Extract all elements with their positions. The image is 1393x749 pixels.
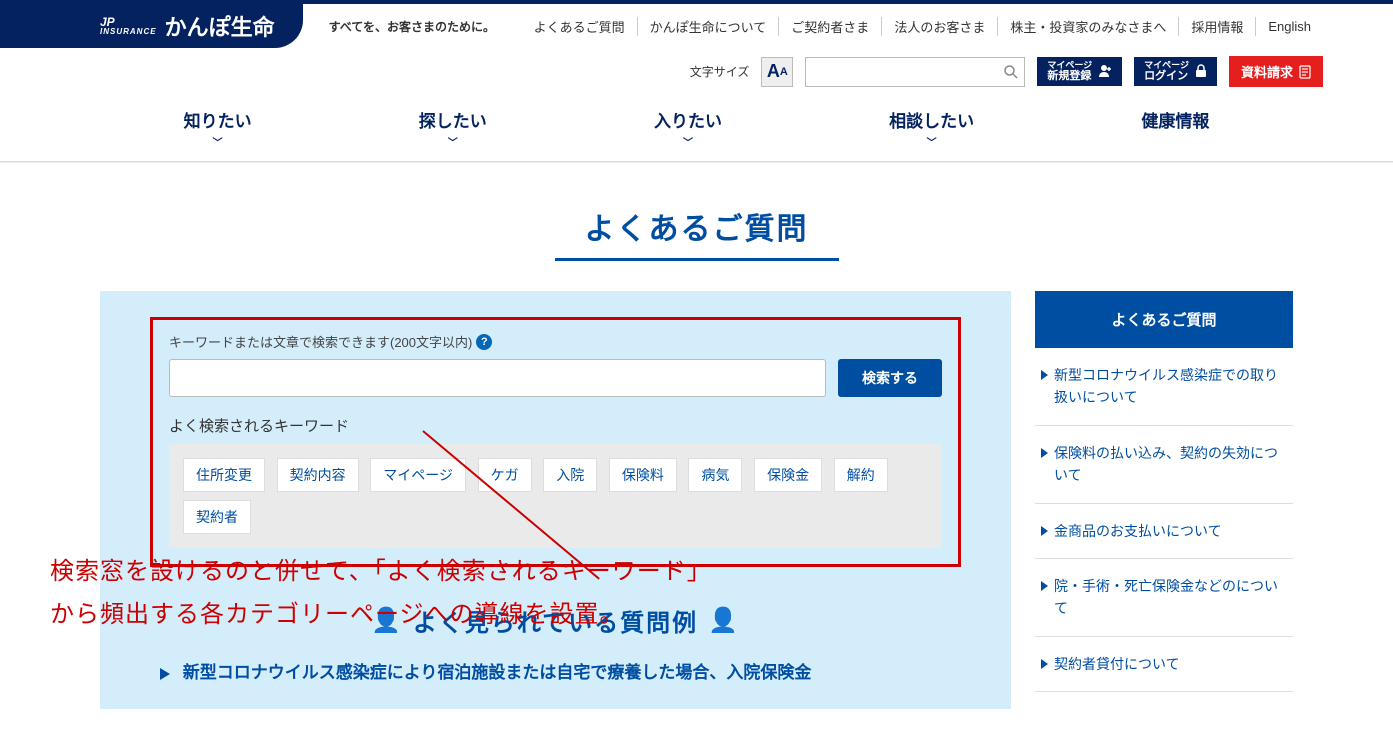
- keywords-box: 住所変更 契約内容 マイページ ケガ 入院 保険料 病気 保険金 解約 契約者: [169, 444, 942, 548]
- logo-insurance: INSURANCE: [100, 28, 157, 35]
- sidebar-item[interactable]: 院・手術・死亡保険金などのについて: [1035, 559, 1293, 637]
- toplink-recruit[interactable]: 採用情報: [1179, 17, 1256, 36]
- top-links: よくあるご質問 かんぽ生命について ご契約者さま 法人のお客さま 株主・投資家の…: [522, 4, 1393, 48]
- nav-know[interactable]: 知りたい﹀: [184, 107, 252, 149]
- mypage-label2: マイページ: [1144, 60, 1189, 71]
- keyword-tag[interactable]: 解約: [834, 458, 888, 492]
- chevron-down-icon: ﹀: [654, 134, 722, 149]
- nav-search[interactable]: 探したい﹀: [419, 107, 487, 149]
- faq-search-button[interactable]: 検索する: [838, 359, 942, 397]
- sidebar-head: よくあるご質問: [1035, 291, 1293, 348]
- toplink-ir[interactable]: 株主・投資家のみなさまへ: [998, 17, 1179, 36]
- lock-icon: [1195, 64, 1207, 78]
- search-label: キーワードまたは文章で検索できます(200文字以内) ?: [169, 332, 942, 351]
- document-icon: [1299, 65, 1311, 79]
- keyword-tag[interactable]: 住所変更: [183, 458, 265, 492]
- content: キーワードまたは文章で検索できます(200文字以内) ? 検索する よく検索され…: [0, 291, 1393, 749]
- site-search-input[interactable]: [806, 64, 998, 79]
- keywords-title: よく検索されるキーワード: [169, 415, 942, 436]
- sidebar-item[interactable]: 新型コロナウイルス感染症での取り扱いについて: [1035, 348, 1293, 426]
- main-column: キーワードまたは文章で検索できます(200文字以内) ? 検索する よく検索され…: [100, 291, 1011, 709]
- triangle-icon: [1041, 659, 1048, 669]
- toplink-customer[interactable]: ご契約者さま: [779, 17, 882, 36]
- sidebar-item[interactable]: 契約者貸付について: [1035, 637, 1293, 692]
- search-icon[interactable]: [998, 64, 1024, 80]
- sidebar-item[interactable]: 金商品のお支払いについて: [1035, 504, 1293, 559]
- tagline: すべてを、お客さまのために。: [303, 4, 521, 48]
- toplink-english[interactable]: English: [1256, 19, 1323, 34]
- sidebar-item[interactable]: 保険料の払い込み、契約の失効について: [1035, 426, 1293, 504]
- main-nav: 知りたい﹀ 探したい﹀ 入りたい﹀ 相談したい﹀ 健康情報: [0, 97, 1393, 162]
- keyword-tag[interactable]: 保険料: [609, 458, 677, 492]
- search-panel-highlight: キーワードまたは文章で検索できます(200文字以内) ? 検索する よく検索され…: [150, 317, 961, 567]
- annotation-text: 検索窓を設けるのと併せて、「よく検索されるキーワード」 から頻出する各カテゴリー…: [50, 550, 1010, 636]
- mypage-signup-button[interactable]: マイページ 新規登録: [1037, 57, 1122, 87]
- nav-health[interactable]: 健康情報: [1141, 107, 1209, 149]
- triangle-icon: [1041, 526, 1048, 536]
- font-size-button[interactable]: AA: [761, 57, 793, 87]
- keyword-tag[interactable]: 契約内容: [277, 458, 359, 492]
- font-size-label: 文字サイズ: [690, 63, 750, 80]
- faq-search-input[interactable]: [169, 359, 826, 397]
- nav-join[interactable]: 入りたい﹀: [654, 107, 722, 149]
- logo[interactable]: JP INSURANCE かんぽ生命: [0, 4, 303, 48]
- example-item[interactable]: 新型コロナウイルス感染症により宿泊施設または自宅で療養した場合、入院保険金: [150, 658, 961, 683]
- keyword-tag[interactable]: 入院: [543, 458, 597, 492]
- bullet-icon: [160, 668, 170, 680]
- keyword-tag[interactable]: 病気: [688, 458, 742, 492]
- toplink-corporate[interactable]: 法人のお客さま: [882, 17, 998, 36]
- chevron-down-icon: ﹀: [419, 134, 487, 149]
- help-icon[interactable]: ?: [476, 334, 492, 350]
- keyword-tag[interactable]: マイページ: [370, 458, 466, 492]
- chevron-down-icon: ﹀: [184, 134, 252, 149]
- request-button[interactable]: 資料請求: [1229, 56, 1323, 87]
- page-title-wrap: よくあるご質問: [0, 204, 1393, 261]
- triangle-icon: [1041, 581, 1048, 591]
- search-row: 検索する: [169, 359, 942, 397]
- toplink-about[interactable]: かんぽ生命について: [638, 17, 780, 36]
- mypage-signup-label: 新規登録: [1047, 70, 1091, 82]
- utility-row: 文字サイズ AA マイページ 新規登録 マイページ ログイン 資料請求: [0, 48, 1393, 97]
- triangle-icon: [1041, 370, 1048, 380]
- keyword-tag[interactable]: ケガ: [478, 458, 532, 492]
- nav-consult[interactable]: 相談したい﹀: [889, 107, 974, 149]
- request-label: 資料請求: [1241, 62, 1293, 81]
- keyword-tag[interactable]: 保険金: [754, 458, 822, 492]
- page-title: よくあるご質問: [555, 204, 839, 261]
- mypage-login-label: ログイン: [1144, 70, 1188, 82]
- keyword-tag[interactable]: 契約者: [183, 500, 251, 534]
- header-topbar: JP INSURANCE かんぽ生命 すべてを、お客さまのために。 よくあるご質…: [0, 0, 1393, 48]
- site-search: [805, 57, 1025, 87]
- toplink-faq[interactable]: よくあるご質問: [522, 17, 638, 36]
- mypage-login-button[interactable]: マイページ ログイン: [1134, 57, 1217, 87]
- mypage-label: マイページ: [1047, 60, 1092, 71]
- logo-brand: かんぽ生命: [165, 10, 275, 42]
- logo-mark: JP INSURANCE: [100, 17, 157, 35]
- chevron-down-icon: ﹀: [889, 134, 974, 149]
- triangle-icon: [1041, 448, 1048, 458]
- user-plus-icon: [1098, 64, 1112, 78]
- sidebar: よくあるご質問 新型コロナウイルス感染症での取り扱いについて 保険料の払い込み、…: [1035, 291, 1293, 692]
